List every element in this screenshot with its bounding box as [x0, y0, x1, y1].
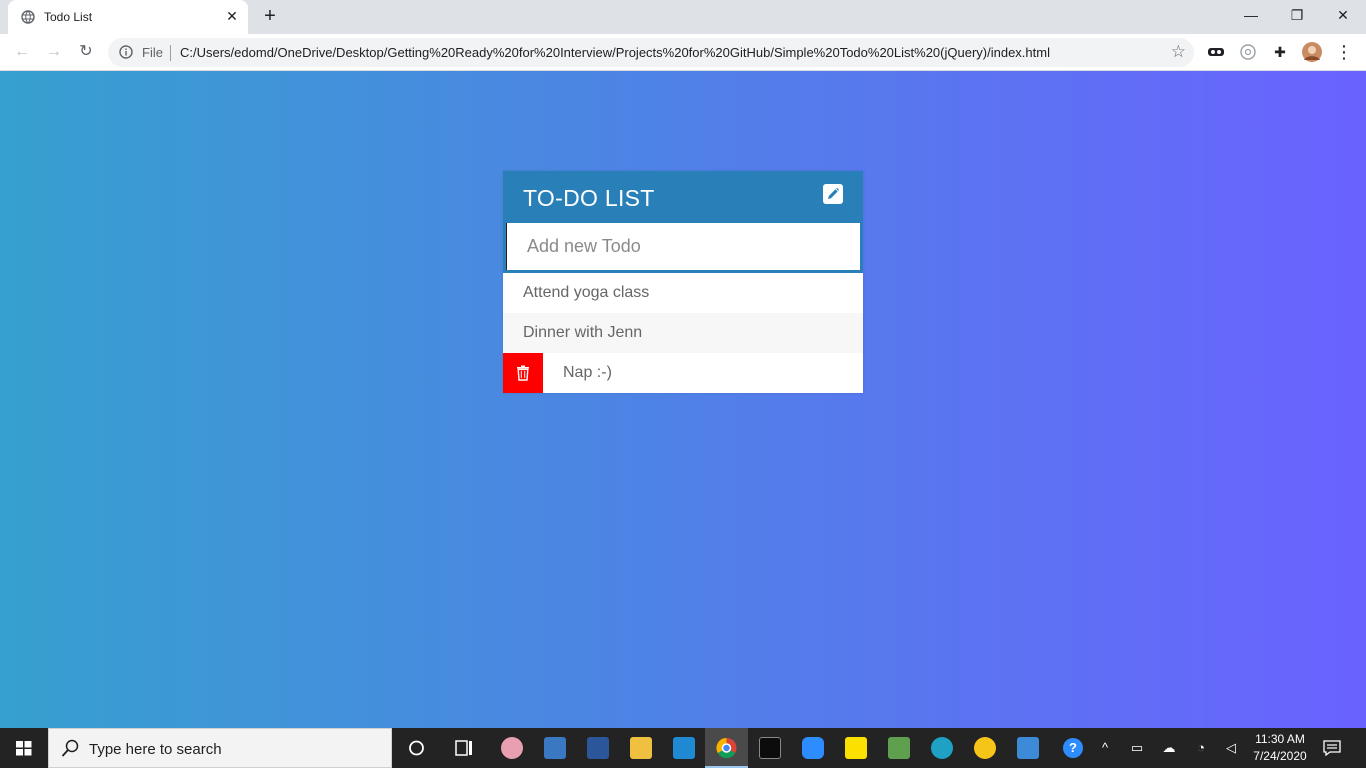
address-bar[interactable]: File C:/Users/edomd/OneDrive/Desktop/Get…	[108, 38, 1194, 67]
info-icon[interactable]	[119, 45, 133, 59]
wifi-icon[interactable]: ◔	[1191, 738, 1211, 758]
bookmark-star-icon[interactable]: ☆	[1171, 42, 1186, 62]
nodejs-icon[interactable]	[877, 728, 920, 768]
incognito-extension-icon[interactable]	[1206, 42, 1226, 62]
taskbar-search-box[interactable]: Type here to search	[48, 728, 392, 768]
photos-icon[interactable]	[1006, 728, 1049, 768]
new-todo-input[interactable]	[506, 223, 860, 270]
windows-start-icon[interactable]	[0, 728, 48, 768]
delete-todo-button[interactable]	[503, 353, 543, 393]
trash-icon	[517, 365, 529, 381]
browser-menu-icon[interactable]: ⋮	[1334, 42, 1354, 62]
pencil-icon	[828, 187, 840, 199]
calculator-icon[interactable]	[533, 728, 576, 768]
todo-header: TO-DO LIST	[503, 171, 863, 223]
extensions-puzzle-icon[interactable]: ✚	[1270, 42, 1290, 62]
cortana-icon[interactable]	[395, 728, 438, 768]
vscode-icon[interactable]	[662, 728, 705, 768]
todo-item-label: Dinner with Jenn	[523, 324, 643, 341]
taskbar-clock[interactable]: 11:30 AM 7/24/2020	[1244, 731, 1316, 765]
input-wrapper	[503, 223, 863, 273]
page-background: TO-DO LIST Attend yoga class Dinner with…	[0, 71, 1366, 728]
paint-icon[interactable]	[490, 728, 533, 768]
search-icon	[61, 739, 79, 757]
address-separator	[170, 45, 171, 61]
sync-extension-icon[interactable]	[1238, 42, 1258, 62]
clock-date: 7/24/2020	[1253, 749, 1307, 763]
minimize-button[interactable]: —	[1228, 0, 1274, 30]
browser-tab-bar: Todo List ✕ + — ❐ ✕	[0, 0, 1366, 34]
zoom-icon[interactable]	[791, 728, 834, 768]
window-close-button[interactable]: ✕	[1320, 0, 1366, 30]
forward-button[interactable]: →	[42, 40, 66, 64]
show-hidden-icons-chevron-icon[interactable]: ^	[1095, 738, 1115, 758]
taskbar-search-placeholder: Type here to search	[89, 741, 222, 758]
edge-icon[interactable]	[920, 728, 963, 768]
new-tab-button[interactable]: +	[260, 6, 280, 26]
restore-button[interactable]: ❐	[1274, 0, 1320, 30]
profile-avatar[interactable]	[1302, 42, 1322, 62]
file-explorer-icon[interactable]	[619, 728, 662, 768]
task-view-icon[interactable]	[442, 728, 485, 768]
back-button[interactable]: ←	[10, 40, 34, 64]
address-url[interactable]: C:/Users/edomd/OneDrive/Desktop/Getting%…	[180, 45, 1050, 60]
browser-toolbar: ← → ↻ File C:/Users/edomd/OneDrive/Deskt…	[0, 34, 1366, 71]
tab-close-icon[interactable]: ✕	[224, 8, 240, 24]
todo-title: TO-DO LIST	[523, 185, 655, 211]
todo-item[interactable]: Dinner with Jenn	[503, 313, 863, 353]
browser-tab-active[interactable]: Todo List ✕	[8, 0, 248, 34]
toggle-input-button[interactable]	[823, 184, 843, 204]
onedrive-cloud-icon[interactable]: ☁	[1159, 738, 1179, 758]
windows-taskbar: Type here to search ? ^ ▭ ☁ ◔ ◁ 11:30 AM…	[0, 728, 1366, 768]
reload-button[interactable]: ↻	[74, 40, 98, 64]
notification-center-icon[interactable]	[1322, 738, 1342, 758]
todo-list: Attend yoga class Dinner with Jenn Nap :…	[503, 273, 863, 393]
chrome-icon[interactable]	[705, 728, 748, 768]
globe-icon	[21, 10, 35, 24]
terminal-icon[interactable]	[748, 728, 791, 768]
tab-title: Todo List	[44, 10, 93, 24]
word-icon[interactable]	[576, 728, 619, 768]
todo-item-label: Nap :-)	[563, 364, 612, 381]
sticky-notes-icon[interactable]	[834, 728, 877, 768]
todo-card: TO-DO LIST Attend yoga class Dinner with…	[503, 171, 863, 393]
battery-icon[interactable]: ▭	[1127, 738, 1147, 758]
todo-item[interactable]: Attend yoga class	[503, 273, 863, 313]
address-scheme-label: File	[142, 45, 163, 60]
clock-time: 11:30 AM	[1255, 732, 1305, 746]
rubber-duck-icon[interactable]	[963, 728, 1006, 768]
help-icon[interactable]: ?	[1063, 738, 1083, 758]
todo-item[interactable]: Nap :-)	[503, 353, 863, 393]
volume-icon[interactable]: ◁	[1221, 738, 1241, 758]
todo-item-label: Attend yoga class	[523, 284, 650, 301]
